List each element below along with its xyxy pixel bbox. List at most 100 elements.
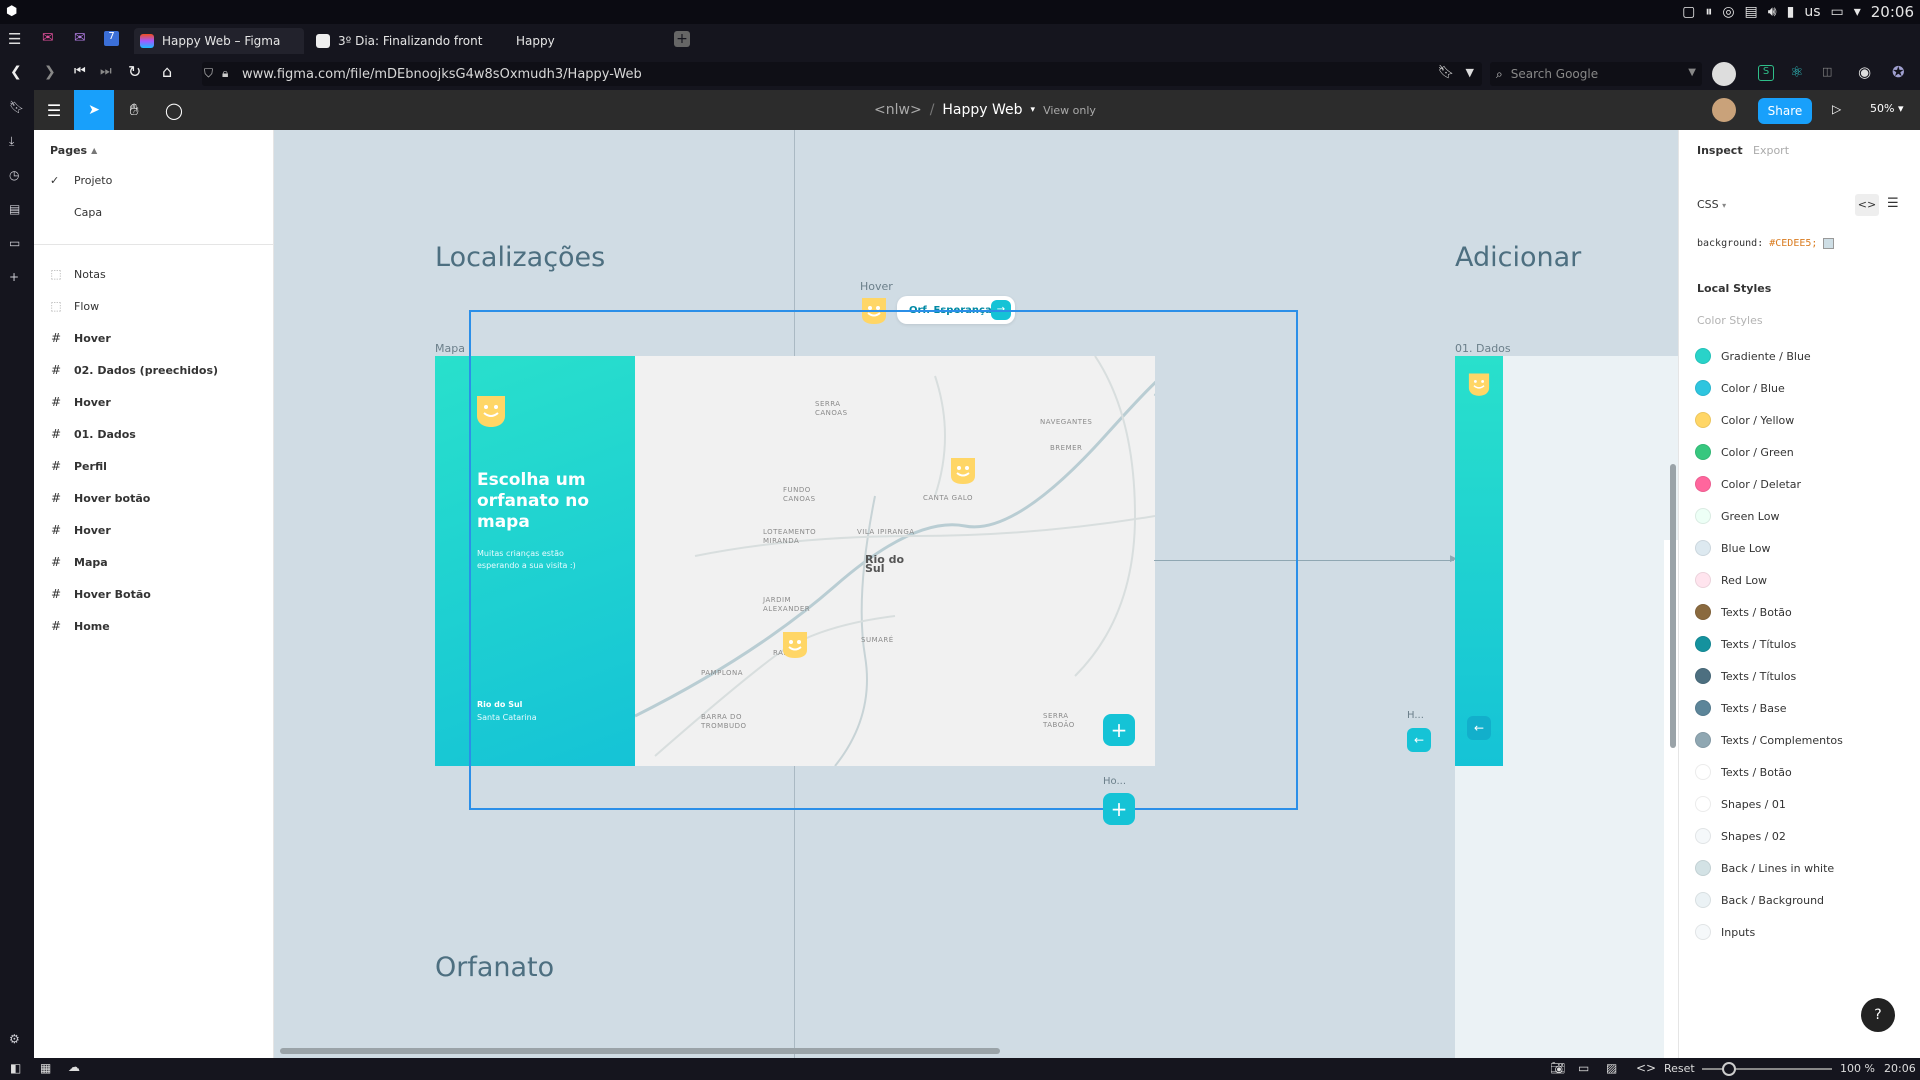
keyboard-layout[interactable]: us (1804, 4, 1820, 20)
hand-tool-button[interactable]: ✋︎ (114, 90, 154, 130)
extension-icon-2[interactable]: ⚛ (1790, 63, 1803, 81)
reload-icon[interactable]: ↻ (128, 62, 141, 81)
window-icon[interactable]: ▢ (1682, 4, 1695, 20)
color-style-item[interactable]: Texts / Títulos (1695, 664, 1796, 688)
profile-avatar[interactable] (1712, 62, 1736, 86)
present-icon[interactable]: ▷ (1832, 102, 1841, 116)
hover-back-button[interactable]: ← (1407, 728, 1431, 752)
mail-icon-2[interactable]: ✉ (74, 30, 86, 46)
skip-back-icon[interactable]: ⏮ (74, 64, 86, 79)
code-icon[interactable]: <> (1636, 1061, 1656, 1075)
h-frame-label[interactable]: H... (1407, 710, 1424, 721)
search-dropdown-icon[interactable]: ▼ (1688, 67, 1696, 78)
color-style-item[interactable]: Shapes / 02 (1695, 824, 1786, 848)
sidebar-toggle-icon[interactable]: ◧ (10, 1061, 21, 1075)
move-tool-button[interactable]: ➤ (74, 90, 114, 130)
extension-icon-3[interactable]: ◫ (1822, 65, 1832, 78)
calendar-icon[interactable]: 7 (104, 31, 119, 46)
tab-figma[interactable]: Happy Web – Figma (134, 28, 304, 54)
color-style-item[interactable]: Inputs (1695, 920, 1755, 944)
hover-add-button[interactable]: + (1103, 793, 1135, 825)
chevron-down-icon[interactable]: ▾ (1854, 4, 1861, 20)
layer-item[interactable]: # Hover (50, 324, 111, 352)
back-button[interactable]: ← (1467, 716, 1491, 740)
page-item-capa[interactable]: Capa (50, 206, 102, 219)
color-style-item[interactable]: Color / Yellow (1695, 408, 1794, 432)
extension-icon-4[interactable]: ◉ (1858, 63, 1871, 81)
layer-item[interactable]: #01. Dados (50, 420, 136, 448)
color-style-item[interactable]: Texts / Botão (1695, 600, 1792, 624)
team-name[interactable]: <nlw> (874, 102, 922, 118)
color-style-item[interactable]: Back / Lines in white (1695, 856, 1834, 880)
color-style-item[interactable]: Color / Green (1695, 440, 1794, 464)
tab-inspect[interactable]: Inspect (1697, 144, 1743, 157)
chevron-down-icon[interactable]: ▾ (1031, 105, 1036, 115)
zoom-reset-button[interactable]: Reset (1664, 1062, 1695, 1075)
search-box[interactable]: ⌕ Search Google ▼ (1490, 62, 1702, 86)
layer-item[interactable]: # Hover botão (50, 484, 150, 512)
tab-notion[interactable]: 3º Dia: Finalizando front-er (316, 28, 486, 54)
layer-item[interactable]: # Mapa (50, 548, 108, 576)
bookmark-icon[interactable]: 🔖︎ (9, 100, 25, 116)
layer-item[interactable]: # Hover (50, 516, 111, 544)
zoom-slider-handle[interactable] (1722, 1062, 1736, 1076)
page-item-projeto[interactable]: ✓ Projeto (50, 174, 112, 187)
layer-item[interactable]: # Hover Botão (50, 580, 151, 608)
color-style-item[interactable]: Texts / Botão (1695, 760, 1792, 784)
zoom-level[interactable]: 50% ▾ (1870, 102, 1903, 115)
pause-icon[interactable]: ⏸ (1705, 4, 1712, 20)
code-view-icon[interactable]: <> (1855, 194, 1879, 216)
image-icon[interactable]: ▨ (1606, 1061, 1617, 1075)
mail-icon[interactable]: ✉ (42, 30, 54, 46)
url-dropdown-icon[interactable]: ▼ (1466, 66, 1474, 79)
layer-item[interactable]: #02. Dados (preechidos) (50, 356, 218, 384)
camera-icon[interactable]: 📷︎ (1550, 1061, 1565, 1075)
network-icon[interactable]: ◎ (1722, 4, 1734, 20)
download-icon[interactable]: ⤓ (9, 134, 25, 150)
back-icon[interactable]: ❮ (10, 64, 22, 80)
layer-item[interactable]: # Hover (50, 388, 111, 416)
clipboard-icon[interactable]: ▤ (1745, 4, 1758, 20)
zoom-slider[interactable] (1702, 1062, 1832, 1076)
settings-icon[interactable]: ⚙ (9, 1032, 25, 1048)
mapa-frame-label[interactable]: Mapa (435, 342, 465, 355)
pages-header[interactable]: Pages ▲ (50, 144, 97, 157)
extension-icon-1[interactable]: S (1758, 65, 1774, 81)
design-canvas[interactable]: Localizações Adicionar Orfanato Hover Ma… (274, 130, 1678, 1058)
add-panel-icon[interactable]: + (9, 270, 25, 286)
vertical-scrollbar[interactable] (1670, 464, 1676, 748)
help-button[interactable]: ? (1861, 998, 1895, 1032)
color-style-item[interactable]: Blue Low (1695, 536, 1771, 560)
layer-item[interactable]: ⬚ Flow (50, 292, 99, 320)
file-name[interactable]: Happy Web (942, 102, 1022, 118)
selection-outline[interactable] (469, 310, 1298, 810)
layer-item[interactable]: # Perfil (50, 452, 107, 480)
extension-icon-5[interactable]: ✪ (1892, 63, 1905, 81)
color-style-item[interactable]: Green Low (1695, 504, 1779, 528)
layer-item[interactable]: ⬚ Notas (50, 260, 105, 288)
window-icon[interactable]: ▭ (1578, 1061, 1589, 1075)
color-style-item[interactable]: Red Low (1695, 568, 1767, 592)
color-style-item[interactable]: Color / Deletar (1695, 472, 1801, 496)
horizontal-scrollbar[interactable] (280, 1048, 1000, 1054)
volume-icon[interactable]: 🔊︎ (1768, 4, 1777, 20)
main-menu-button[interactable]: ☰ (34, 90, 74, 130)
color-style-item[interactable]: Texts / Complementos (1695, 728, 1843, 752)
color-style-item[interactable]: Texts / Títulos (1695, 632, 1796, 656)
dados-frame[interactable]: ← (1455, 356, 1678, 1058)
comment-tool-button[interactable]: ◯ (154, 90, 194, 130)
color-style-item[interactable]: Back / Background (1695, 888, 1824, 912)
tab-tiling-icon[interactable]: ▦ (40, 1061, 51, 1075)
bookmark-icon[interactable]: 🔖︎ (1437, 65, 1454, 80)
tab-export[interactable]: Export (1753, 144, 1789, 157)
battery-icon[interactable]: ▮ (1787, 4, 1795, 20)
home-icon[interactable]: ⌂ (162, 62, 172, 81)
file-title[interactable]: <nlw> / Happy Web ▾ View only (874, 90, 1096, 130)
color-style-item[interactable]: Texts / Base (1695, 696, 1786, 720)
notes-icon[interactable]: ▤ (9, 202, 25, 218)
skip-forward-icon[interactable]: ⏭ (100, 64, 112, 79)
list-view-icon[interactable]: ☰ (1887, 196, 1899, 211)
menu-icon[interactable]: ☰ (8, 30, 21, 48)
new-tab-button[interactable]: + (674, 31, 690, 47)
activities-icon[interactable]: ⬢ (6, 4, 17, 19)
